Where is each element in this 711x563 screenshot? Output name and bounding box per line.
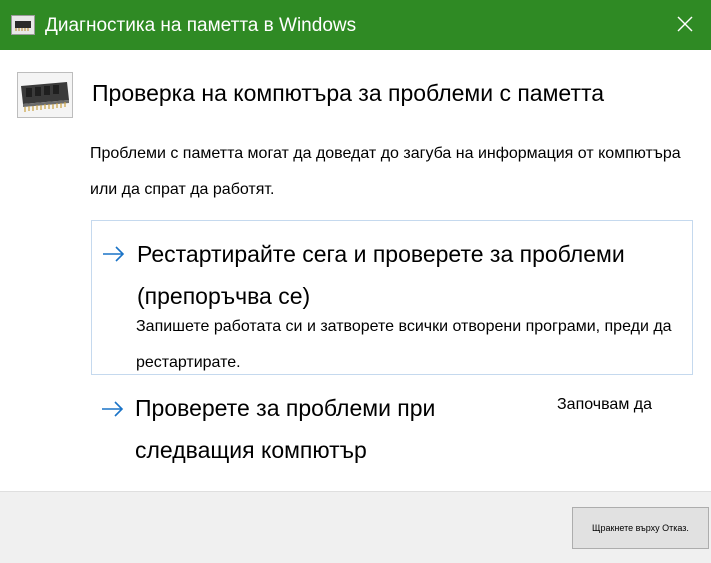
arrow-right-icon <box>101 401 125 417</box>
restart-now-option[interactable]: Рестартирайте сега и проверете за пробле… <box>91 220 693 375</box>
page-title: Проверка на компютъра за проблеми с паме… <box>92 80 605 106</box>
title-bar: Диагностика на паметта в Windows <box>0 0 711 50</box>
memory-module-icon <box>17 72 73 118</box>
close-icon <box>677 16 693 32</box>
option-description: Запишете работата си и затворете всички … <box>136 318 672 371</box>
window-title: Диагностика на паметта в Windows <box>45 15 357 36</box>
arrow-right-icon <box>102 246 126 262</box>
close-button[interactable] <box>670 9 700 39</box>
option-title: Рестартирайте сега и проверете за пробле… <box>137 241 625 309</box>
option-title: Проверете за проблеми при следващия комп… <box>135 395 436 463</box>
memory-chip-icon <box>11 15 35 35</box>
cancel-button[interactable]: Щракнете върху Отказ. <box>572 507 709 549</box>
tooltip: Започвам да <box>554 396 656 414</box>
description-text: Проблеми с паметта могат да доведат до з… <box>90 145 681 198</box>
